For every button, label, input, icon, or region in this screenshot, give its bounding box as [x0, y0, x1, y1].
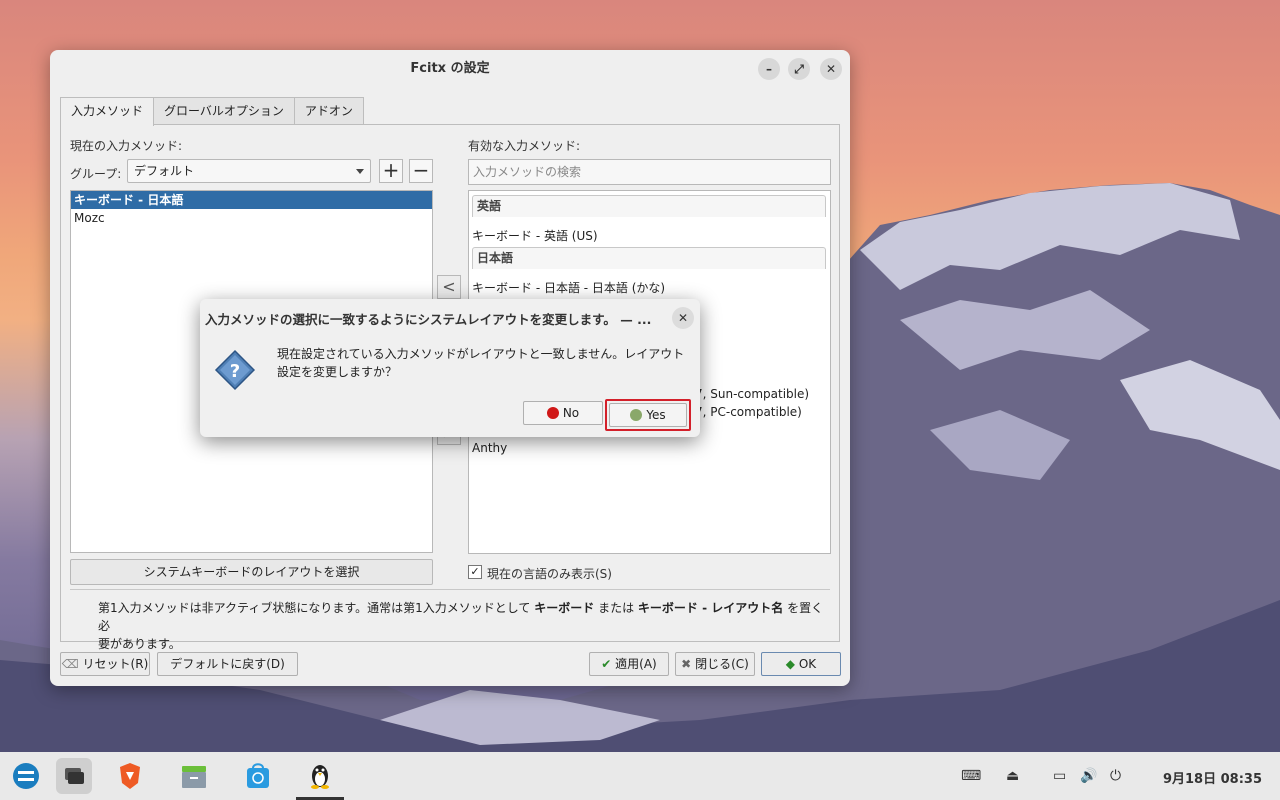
- list-item[interactable]: 7, Sun-compatible): [695, 387, 809, 401]
- ok-icon: ◆: [785, 657, 796, 671]
- no-label: No: [562, 406, 580, 420]
- move-left-button[interactable]: <: [437, 275, 461, 299]
- list-item[interactable]: キーボード - 英語 (US): [472, 227, 598, 244]
- workspace-switcher-icon[interactable]: [56, 758, 92, 794]
- show-current-lang-checkbox[interactable]: ✓: [468, 565, 482, 579]
- group-select[interactable]: デフォルト: [127, 159, 371, 183]
- svg-text:?: ?: [230, 361, 240, 382]
- software-store-icon[interactable]: [240, 758, 276, 794]
- volume-icon[interactable]: 🔊: [1080, 768, 1097, 784]
- info-note: 第1入力メソッドは非アクティブ状態になります。通常は第1入力メソッドとして キー…: [98, 599, 828, 653]
- select-system-layout-button[interactable]: システムキーボードのレイアウトを選択: [70, 559, 433, 585]
- chevron-down-icon: [356, 169, 364, 174]
- note-keyboard: キーボード: [534, 601, 595, 615]
- list-item[interactable]: Anthy: [472, 441, 507, 455]
- dialog-message: 現在設定されている入力メソッドがレイアウトと一致しません。レイアウト 設定を変更…: [277, 345, 697, 381]
- file-manager-icon[interactable]: [176, 758, 212, 794]
- list-item[interactable]: キーボード - 日本語: [71, 191, 432, 209]
- fcitx-tux-icon[interactable]: [296, 758, 344, 800]
- question-icon: ?: [214, 349, 256, 391]
- window-title: Fcitx の設定: [410, 61, 490, 76]
- close-icon[interactable]: ✕: [820, 58, 842, 80]
- add-group-button[interactable]: +: [379, 159, 403, 183]
- close-icon[interactable]: ✕: [672, 307, 694, 329]
- zorin-menu-icon[interactable]: [8, 758, 44, 794]
- power-icon[interactable]: ⏻: [1110, 768, 1121, 784]
- eject-icon[interactable]: ⏏: [1006, 768, 1019, 784]
- confirm-dialog: 入力メソッドの選択に一致するようにシステムレイアウトを変更します。 — ... …: [200, 299, 700, 437]
- ok-label: OK: [798, 657, 817, 671]
- backspace-icon: ⌫: [61, 657, 79, 671]
- group-label: グループ:: [70, 167, 122, 181]
- clock[interactable]: 9月18日 08:35: [1163, 768, 1262, 787]
- available-methods-label: 有効な入力メソッド:: [468, 139, 581, 153]
- reset-button[interactable]: ⌫ リセット(R): [60, 652, 150, 676]
- taskbar: ⌨ ⏏ ▭ 🔊 ⏻ 9月18日 08:35: [0, 752, 1280, 800]
- no-button[interactable]: No: [523, 401, 603, 425]
- tab-addons[interactable]: アドオン: [293, 97, 364, 125]
- group-header-english: 英語: [472, 195, 826, 217]
- note-keyboard-layout: キーボード - レイアウト名: [637, 601, 784, 615]
- yes-label: Yes: [646, 408, 666, 422]
- minimize-icon[interactable]: –: [758, 58, 780, 80]
- dialog-title: 入力メソッドの選択に一致するようにシステムレイアウトを変更します。 — ...: [205, 312, 652, 327]
- maximize-icon[interactable]: ⤢: [788, 58, 810, 80]
- group-header-japanese: 日本語: [472, 247, 826, 269]
- tab-global-options[interactable]: グローバルオプション: [153, 97, 295, 125]
- network-icon[interactable]: ▭: [1053, 768, 1066, 784]
- close-x-icon: ✖: [681, 657, 692, 671]
- tab-input-method[interactable]: 入力メソッド: [60, 97, 155, 126]
- show-current-lang-label: 現在の言語のみ表示(S): [487, 567, 612, 581]
- divider: [70, 589, 830, 590]
- remove-group-button[interactable]: −: [409, 159, 433, 183]
- defaults-button[interactable]: デフォルトに戻す(D): [157, 652, 298, 676]
- dialog-message-line2: 設定を変更しますか？: [277, 365, 398, 379]
- note-or: または: [598, 601, 635, 615]
- check-icon: ✔: [601, 657, 612, 671]
- close-label: 閉じる(C): [695, 657, 749, 671]
- list-item[interactable]: キーボード - 日本語 - 日本語 (かな): [472, 279, 665, 296]
- keyboard-icon[interactable]: ⌨: [961, 768, 981, 784]
- search-input[interactable]: 入力メソッドの検索: [468, 159, 831, 185]
- brave-browser-icon[interactable]: [112, 758, 148, 794]
- apply-button[interactable]: ✔ 適用(A): [589, 652, 669, 676]
- note-text: 第1入力メソッドは非アクティブ状態になります。通常は第1入力メソッドとして: [98, 601, 531, 615]
- window-titlebar: Fcitx の設定 – ⤢ ✕: [50, 50, 850, 88]
- green-dot-icon: [630, 409, 643, 421]
- close-button[interactable]: ✖ 閉じる(C): [675, 652, 755, 676]
- note-text-line2: 要があります。: [98, 637, 181, 651]
- dialog-message-line1: 現在設定されている入力メソッドがレイアウトと一致しません。レイアウト: [277, 347, 685, 361]
- list-item[interactable]: 7, PC-compatible): [695, 405, 802, 419]
- apply-label: 適用(A): [615, 657, 657, 671]
- yes-button[interactable]: Yes: [609, 403, 687, 427]
- red-dot-icon: [546, 407, 559, 419]
- list-item[interactable]: Mozc: [71, 209, 432, 227]
- ok-button[interactable]: ◆ OK: [761, 652, 841, 676]
- group-select-value: デフォルト: [134, 164, 195, 178]
- tab-bar: 入力メソッド グローバルオプション アドオン: [60, 97, 364, 126]
- reset-label: リセット(R): [82, 657, 149, 671]
- current-methods-label: 現在の入力メソッド:: [70, 139, 183, 153]
